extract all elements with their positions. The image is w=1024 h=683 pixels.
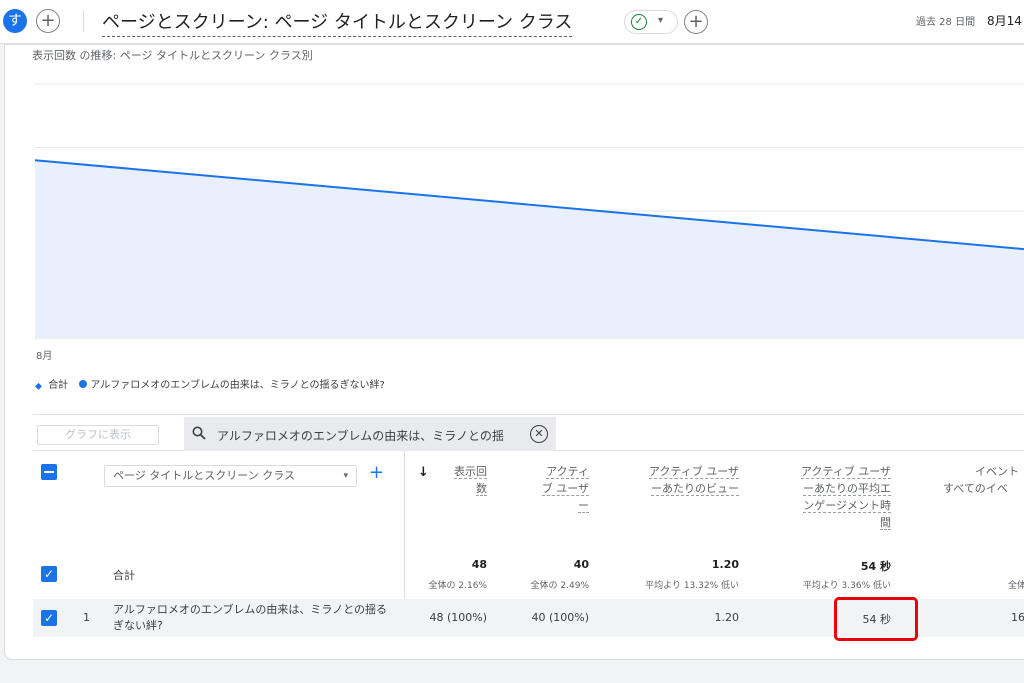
table-toolbar: グラフに表示 アルファロメオのエンブレムの由来は、ミラノとの揺 ✕ <box>33 414 1024 451</box>
total-views-share: 全体の 2.16% <box>428 581 487 591</box>
search-filter[interactable]: アルファロメオのエンブレムの由来は、ミラノとの揺 ✕ <box>184 417 556 451</box>
search-icon <box>192 426 206 440</box>
row-views-per-user: 1.20 <box>714 611 740 624</box>
line-chart <box>34 83 1024 339</box>
report-header: す + ページとスクリーン: ページ タイトルとスクリーン クラス ✓ ▾ + … <box>0 0 1024 44</box>
total-avg-engagement: 54 秒 <box>860 560 891 573</box>
column-header-active-users[interactable]: アクティブ ユーザー <box>505 463 589 514</box>
total-events-share: 全体 <box>1008 581 1024 591</box>
arrow-down-icon[interactable]: ↓ <box>418 465 429 480</box>
status-dropdown[interactable]: ✓ ▾ <box>624 10 678 34</box>
row-index: 1 <box>83 611 90 624</box>
date-range-value[interactable]: 8月14 <box>987 12 1022 29</box>
row-events: 16 <box>1011 611 1024 624</box>
total-avg-engagement-compare: 平均より 3.36% 低い <box>802 581 891 591</box>
dot-icon <box>79 380 88 388</box>
chart-legend: ⬥ 合計 アルファロメオのエンブレムの由来は、ミラノとの揺るぎない絆? <box>35 376 393 392</box>
data-table: ページ タイトルとスクリーン クラス ▾ + ↓ 表示回数 アクティブ ユーザー… <box>33 451 1024 641</box>
caret-down-icon: ▾ <box>658 15 664 26</box>
highlight-annotation <box>834 597 918 641</box>
water-drop-icon: ⬥ <box>35 381 42 392</box>
dimension-label: ページ タイトルとスクリーン クラス <box>113 469 296 482</box>
column-header-views[interactable]: 表示回数 <box>433 463 487 497</box>
legend-item-series[interactable]: アルファロメオのエンブレムの由来は、ミラノとの揺るぎない絆? <box>79 376 385 391</box>
column-header-views-per-user[interactable]: アクティブ ユーザ ーあたりのビュー <box>603 463 739 497</box>
total-row-checkbox[interactable]: ✓ <box>41 566 57 582</box>
column-header-avg-engagement[interactable]: アクティブ ユーザ ーあたりの平均エ ンゲージメント時間 <box>755 463 891 531</box>
add-dimension-button[interactable]: + <box>369 463 384 483</box>
row-checkbox[interactable]: ✓ <box>41 610 57 626</box>
search-input[interactable]: アルファロメオのエンブレムの由来は、ミラノとの揺 <box>217 427 504 444</box>
select-all-checkbox[interactable] <box>41 464 57 480</box>
legend-item-total[interactable]: ⬥ 合計 <box>35 376 69 392</box>
legend-label: 合計 <box>48 380 69 391</box>
total-active-users: 40 <box>573 558 589 571</box>
add-comparison-icon[interactable]: + <box>36 9 60 33</box>
total-label: 合計 <box>113 569 135 582</box>
column-header-events[interactable]: イベント すべてのイベ <box>903 463 1024 497</box>
series-area <box>35 160 1024 338</box>
row-page-title[interactable]: アルファロメオのエンブレムの由来は、ミラノとの揺るぎない絆? <box>113 602 393 634</box>
add-report-icon[interactable]: + <box>684 10 708 34</box>
check-circle-icon: ✓ <box>631 14 647 30</box>
page-title[interactable]: ページとスクリーン: ページ タイトルとスクリーン クラス <box>102 8 573 37</box>
header-divider <box>83 10 84 32</box>
caret-down-icon: ▾ <box>343 471 348 481</box>
total-views-per-user: 1.20 <box>711 558 739 571</box>
avatar[interactable]: す <box>3 9 27 33</box>
clear-circle-icon[interactable]: ✕ <box>530 425 548 443</box>
row-active-users: 40 (100%) <box>531 611 589 624</box>
dimension-dropdown[interactable]: ページ タイトルとスクリーン クラス ▾ <box>104 465 357 487</box>
total-views-per-user-compare: 平均より 13.32% 低い <box>645 581 739 591</box>
legend-label: アルファロメオのエンブレムの由来は、ミラノとの揺るぎない絆? <box>90 380 385 391</box>
total-views: 48 <box>471 558 487 571</box>
plot-rows-button[interactable]: グラフに表示 <box>37 425 159 445</box>
row-views: 48 (100%) <box>429 611 487 624</box>
total-active-users-share: 全体の 2.49% <box>530 581 589 591</box>
date-range-label[interactable]: 過去 28 日間 <box>916 13 975 28</box>
x-axis-tick: 8月 <box>36 351 53 362</box>
